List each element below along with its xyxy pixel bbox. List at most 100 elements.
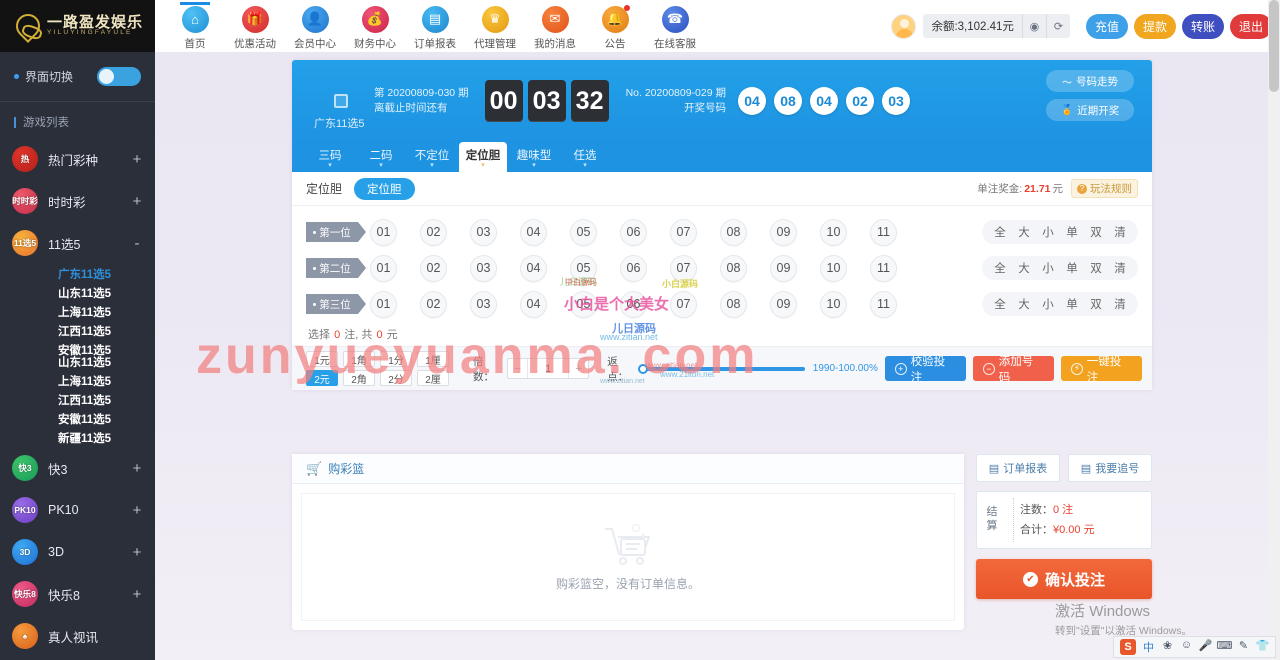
number-ball-2-08[interactable]: 08 <box>720 290 747 318</box>
eye-icon[interactable]: ◉ <box>1021 14 1046 38</box>
quick-select-小[interactable]: 小 <box>1036 296 1060 312</box>
sidebar-sub-item-山东11选5[interactable]: 山东11选5 <box>0 352 155 371</box>
ui-switch-toggle[interactable] <box>97 67 141 86</box>
banner-button-号码走势[interactable]: 〜号码走势 <box>1046 70 1134 92</box>
multiplier-input[interactable] <box>527 359 570 378</box>
number-ball-0-08[interactable]: 08 <box>720 218 747 246</box>
number-ball-0-07[interactable]: 07 <box>670 218 697 246</box>
banner-checkbox[interactable] <box>334 94 348 108</box>
quick-select-清[interactable]: 清 <box>1108 224 1132 240</box>
sidebar-game-expander[interactable]: + <box>131 502 143 519</box>
number-ball-1-03[interactable]: 03 <box>470 254 497 282</box>
sidebar-game-3D[interactable]: 3D 3D + <box>0 531 155 573</box>
number-ball-2-10[interactable]: 10 <box>820 290 847 318</box>
sidebar-game-expander[interactable]: + <box>131 151 143 168</box>
number-ball-2-04[interactable]: 04 <box>520 290 547 318</box>
play-rule-button[interactable]: ? 玩法规则 <box>1071 179 1138 198</box>
number-ball-2-01[interactable]: 01 <box>370 290 397 318</box>
page-scrollbar-track[interactable] <box>1268 0 1280 660</box>
sidebar-sub-item-新疆11选5[interactable]: 新疆11选5 <box>0 428 155 447</box>
sidebar-sub-item-江西11选5[interactable]: 江西11选5 <box>0 390 155 409</box>
number-ball-2-09[interactable]: 09 <box>770 290 797 318</box>
number-ball-0-11[interactable]: 11 <box>870 218 897 246</box>
bet-action-校验投注[interactable]: + 校验投注 <box>884 356 966 384</box>
tab-任选[interactable]: 任选 ▾ <box>561 142 609 172</box>
number-ball-1-04[interactable]: 04 <box>520 254 547 282</box>
quick-select-单[interactable]: 单 <box>1060 224 1084 240</box>
ime-voice[interactable]: 🎤 <box>1196 639 1215 655</box>
ime-skin[interactable]: 👕 <box>1253 639 1272 655</box>
number-ball-1-06[interactable]: 06 <box>620 254 647 282</box>
number-ball-2-05[interactable]: 05 <box>570 290 597 318</box>
sidebar-sub-item-山东11选5[interactable]: 山东11选5 <box>0 283 155 302</box>
quick-select-全[interactable]: 全 <box>988 224 1012 240</box>
account-button-充值[interactable]: 充值 <box>1085 13 1128 39</box>
sidebar-sub-item-上海11选5[interactable]: 上海11选5 <box>0 302 155 321</box>
number-ball-2-06[interactable]: 06 <box>620 290 647 318</box>
unit-option-2分[interactable]: 2分 <box>380 370 412 386</box>
nav-item-财务中心[interactable]: 💰 财务中心 <box>345 2 405 51</box>
number-ball-1-10[interactable]: 10 <box>820 254 847 282</box>
sidebar-game-expander[interactable]: - <box>131 235 143 252</box>
sidebar-sub-item-上海11选5[interactable]: 上海11选5 <box>0 371 155 390</box>
nav-item-优惠活动[interactable]: 🎁 优惠活动 <box>225 2 285 51</box>
nav-item-首页[interactable]: ⌂ 首页 <box>165 1 225 51</box>
unit-option-1分[interactable]: 1分 <box>380 351 412 367</box>
panel-button-我要追号[interactable]: ▤ 我要追号 <box>1068 454 1152 482</box>
number-ball-1-09[interactable]: 09 <box>770 254 797 282</box>
tab-三码[interactable]: 三码 ▾ <box>306 142 354 172</box>
banner-button-近期开奖[interactable]: 🏅 近期开奖 <box>1046 99 1134 121</box>
sidebar-sub-item-江西11选5[interactable]: 江西11选5 <box>0 321 155 340</box>
tab-定位胆[interactable]: 定位胆 ▾ <box>459 142 507 172</box>
multiplier-plus-icon[interactable]: + <box>569 359 588 378</box>
ime-handwrite[interactable]: ✎ <box>1234 639 1253 655</box>
number-ball-0-06[interactable]: 06 <box>620 218 647 246</box>
quick-select-双[interactable]: 双 <box>1084 224 1108 240</box>
sidebar-sub-item-安徽11选5[interactable]: 安徽11选5 <box>0 409 155 428</box>
unit-option-1厘[interactable]: 1厘 <box>417 351 449 367</box>
number-ball-0-04[interactable]: 04 <box>520 218 547 246</box>
page-scrollbar-thumb[interactable] <box>1269 0 1279 92</box>
play-mode-chip[interactable]: 定位胆 <box>354 177 415 200</box>
unit-option-1角[interactable]: 1角 <box>343 351 375 367</box>
ime-punct[interactable]: ❀ <box>1158 639 1177 655</box>
quick-select-大[interactable]: 大 <box>1012 296 1036 312</box>
nav-item-订单报表[interactable]: ▤ 订单报表 <box>405 2 465 51</box>
avatar[interactable] <box>891 13 917 39</box>
number-ball-0-10[interactable]: 10 <box>820 218 847 246</box>
number-ball-1-01[interactable]: 01 <box>370 254 397 282</box>
quick-select-小[interactable]: 小 <box>1036 260 1060 276</box>
confirm-bet-button[interactable]: ✔ 确认投注 <box>976 559 1152 599</box>
sidebar-game-expander[interactable]: + <box>131 460 143 477</box>
number-ball-0-02[interactable]: 02 <box>420 218 447 246</box>
tab-二码[interactable]: 二码 ▾ <box>357 142 405 172</box>
quick-select-清[interactable]: 清 <box>1108 260 1132 276</box>
rebate-slider-knob[interactable] <box>638 363 649 374</box>
sidebar-game-快3[interactable]: 快3 快3 + <box>0 447 155 489</box>
number-ball-1-08[interactable]: 08 <box>720 254 747 282</box>
ime-emoji[interactable]: ☺ <box>1177 639 1196 655</box>
sidebar-game-时时彩[interactable]: 时时彩 时时彩 + <box>0 180 155 222</box>
tab-不定位[interactable]: 不定位 ▾ <box>408 142 456 172</box>
unit-option-2元[interactable]: 2元 <box>306 370 338 386</box>
sidebar-sub-item-广东11选5[interactable]: 广东11选5 <box>0 264 155 283</box>
quick-select-全[interactable]: 全 <box>988 296 1012 312</box>
bet-action-一键投注[interactable]: ⚡ 一键投注 <box>1060 356 1142 384</box>
nav-item-会员中心[interactable]: 👤 会员中心 <box>285 2 345 51</box>
quick-select-全[interactable]: 全 <box>988 260 1012 276</box>
sidebar-game-热门彩种[interactable]: 热热门彩种 + <box>0 138 155 180</box>
number-ball-0-09[interactable]: 09 <box>770 218 797 246</box>
bet-action-添加号码[interactable]: − 添加号码 <box>972 356 1054 384</box>
account-button-退出[interactable]: 退出 <box>1229 13 1272 39</box>
multiplier-minus-icon[interactable]: − <box>508 359 527 378</box>
number-ball-2-03[interactable]: 03 <box>470 290 497 318</box>
unit-option-1元[interactable]: 1元 <box>306 351 338 367</box>
quick-select-大[interactable]: 大 <box>1012 260 1036 276</box>
quick-select-小[interactable]: 小 <box>1036 224 1060 240</box>
number-ball-1-07[interactable]: 07 <box>670 254 697 282</box>
number-ball-1-11[interactable]: 11 <box>870 254 897 282</box>
number-ball-0-03[interactable]: 03 <box>470 218 497 246</box>
panel-button-订单报表[interactable]: ▤ 订单报表 <box>976 454 1060 482</box>
ime-mode-chinese[interactable]: 中 <box>1139 639 1158 655</box>
number-ball-0-05[interactable]: 05 <box>570 218 597 246</box>
